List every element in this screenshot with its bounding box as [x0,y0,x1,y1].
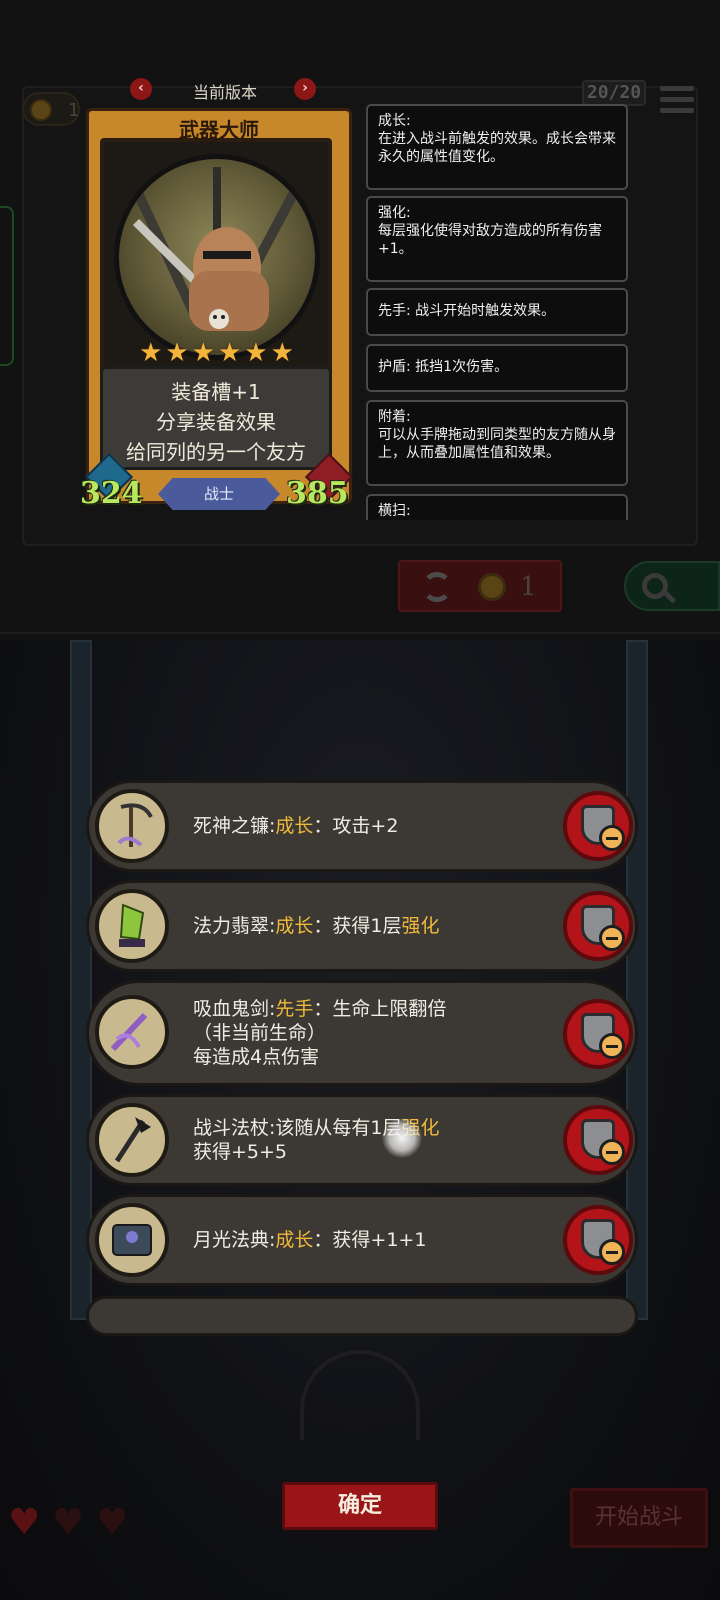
unit-card: 武器大师 ★★★★★★ 装备槽+1 分享装备效果 给同列的另一个友方 324 3… [80,108,354,520]
item-description: 战斗法杖:该随从每有1层强化 获得+5+5 [193,1117,440,1163]
keyword-box: 成长: 在进入战斗前触发的效果。成长会带来永久的属性值变化。 [366,104,628,190]
description-line: 装备槽+1 [171,380,261,404]
remove-button[interactable] [563,999,633,1069]
minus-icon [599,1033,625,1059]
lives: ♥ ♥ ♥ [8,1504,138,1544]
minus-icon [599,1239,625,1265]
card-portrait [114,154,320,360]
attack-value: 324 [80,476,143,511]
card-description: 装备槽+1 分享装备效果 给同列的另一个友方 [100,366,332,470]
side-tab [0,206,14,366]
previous-version-button[interactable]: ‹ [130,78,152,100]
minus-icon [599,925,625,951]
keyword-box: 横扫: [366,494,628,520]
list-item[interactable] [86,1296,638,1336]
item-description: 吸血鬼剑:先手：生命上限翻倍 （非当前生命） 每造成4点伤害 [193,998,447,1068]
heart-icon: ♥ [96,1502,129,1543]
keyword-box: 护盾: 抵挡1次伤害。 [366,344,628,392]
touch-indicator [382,1118,422,1158]
coin-counter: 1 [22,92,80,126]
health-value: 385 [286,476,349,511]
vampire-sword-icon [95,995,169,1069]
list-item[interactable]: 死神之镰:成长：攻击+2 [86,780,638,872]
coin-icon [478,573,506,601]
remove-button[interactable] [563,1105,633,1175]
coin-count: 1 [68,100,80,121]
keyword-box: 附着: 可以从手牌拖动到同类型的友方随从身上，从而叠加属性值和效果。 [366,400,628,486]
keyword-box: 先手: 战斗开始时触发效果。 [366,288,628,336]
refresh-icon [422,572,452,602]
moonlight-tome-icon [95,1203,169,1277]
version-label: 当前版本 [192,83,257,102]
minus-icon [599,825,625,851]
confirm-button[interactable]: 确定 [282,1482,438,1530]
search-button[interactable] [624,561,720,611]
list-item[interactable]: 战斗法杖:该随从每有1层强化 获得+5+5 [86,1094,638,1186]
item-description: 法力翡翠:成长：获得1层强化 [193,915,440,937]
coin-icon [30,99,52,121]
emerald-icon [95,889,169,963]
keyword-glossary[interactable]: 成长: 在进入战斗前触发的效果。成长会带来永久的属性值变化。 强化: 每层强化使… [362,104,632,520]
equipment-list[interactable]: 死神之镰:成长：攻击+2 法力翡翠:成长：获得1层强化 吸血鬼剑:先手：生命上限… [86,780,638,1336]
deck-count: 20/20 [582,80,646,106]
remove-button[interactable] [563,1205,633,1275]
list-item[interactable]: 吸血鬼剑:先手：生命上限翻倍 （非当前生命） 每造成4点伤害 [86,980,638,1086]
heart-icon: ♥ [52,1502,85,1543]
list-item[interactable]: 法力翡翠:成长：获得1层强化 [86,880,638,972]
battle-staff-icon [95,1103,169,1177]
item-description: 死神之镰:成长：攻击+2 [193,815,399,837]
heart-icon: ♥ [8,1502,41,1543]
refresh-cost: 1 [520,572,537,602]
refresh-shop-button[interactable]: 1 [398,560,562,612]
start-battle-button[interactable]: 开始战斗 [570,1488,708,1548]
version-selector: ‹ 当前版本 › [130,76,320,104]
next-version-button[interactable]: › [294,78,316,100]
description-line: 分享装备效果 [156,410,276,434]
class-tag: 战士 [158,478,280,510]
remove-button[interactable] [563,891,633,961]
card-name: 武器大师 [179,118,259,142]
divider [0,632,720,634]
remove-button[interactable] [563,791,633,861]
keyword-box: 强化: 每层强化使得对敌方造成的所有伤害+1。 [366,196,628,282]
minus-icon [599,1139,625,1165]
scythe-icon [95,789,169,863]
description-line: 给同列的另一个友方 [126,440,306,464]
list-item[interactable]: 月光法典:成长：获得+1+1 [86,1194,638,1286]
menu-icon[interactable] [660,86,694,116]
item-description: 月光法典:成长：获得+1+1 [193,1229,427,1251]
star-rating: ★★★★★★ [139,338,297,368]
